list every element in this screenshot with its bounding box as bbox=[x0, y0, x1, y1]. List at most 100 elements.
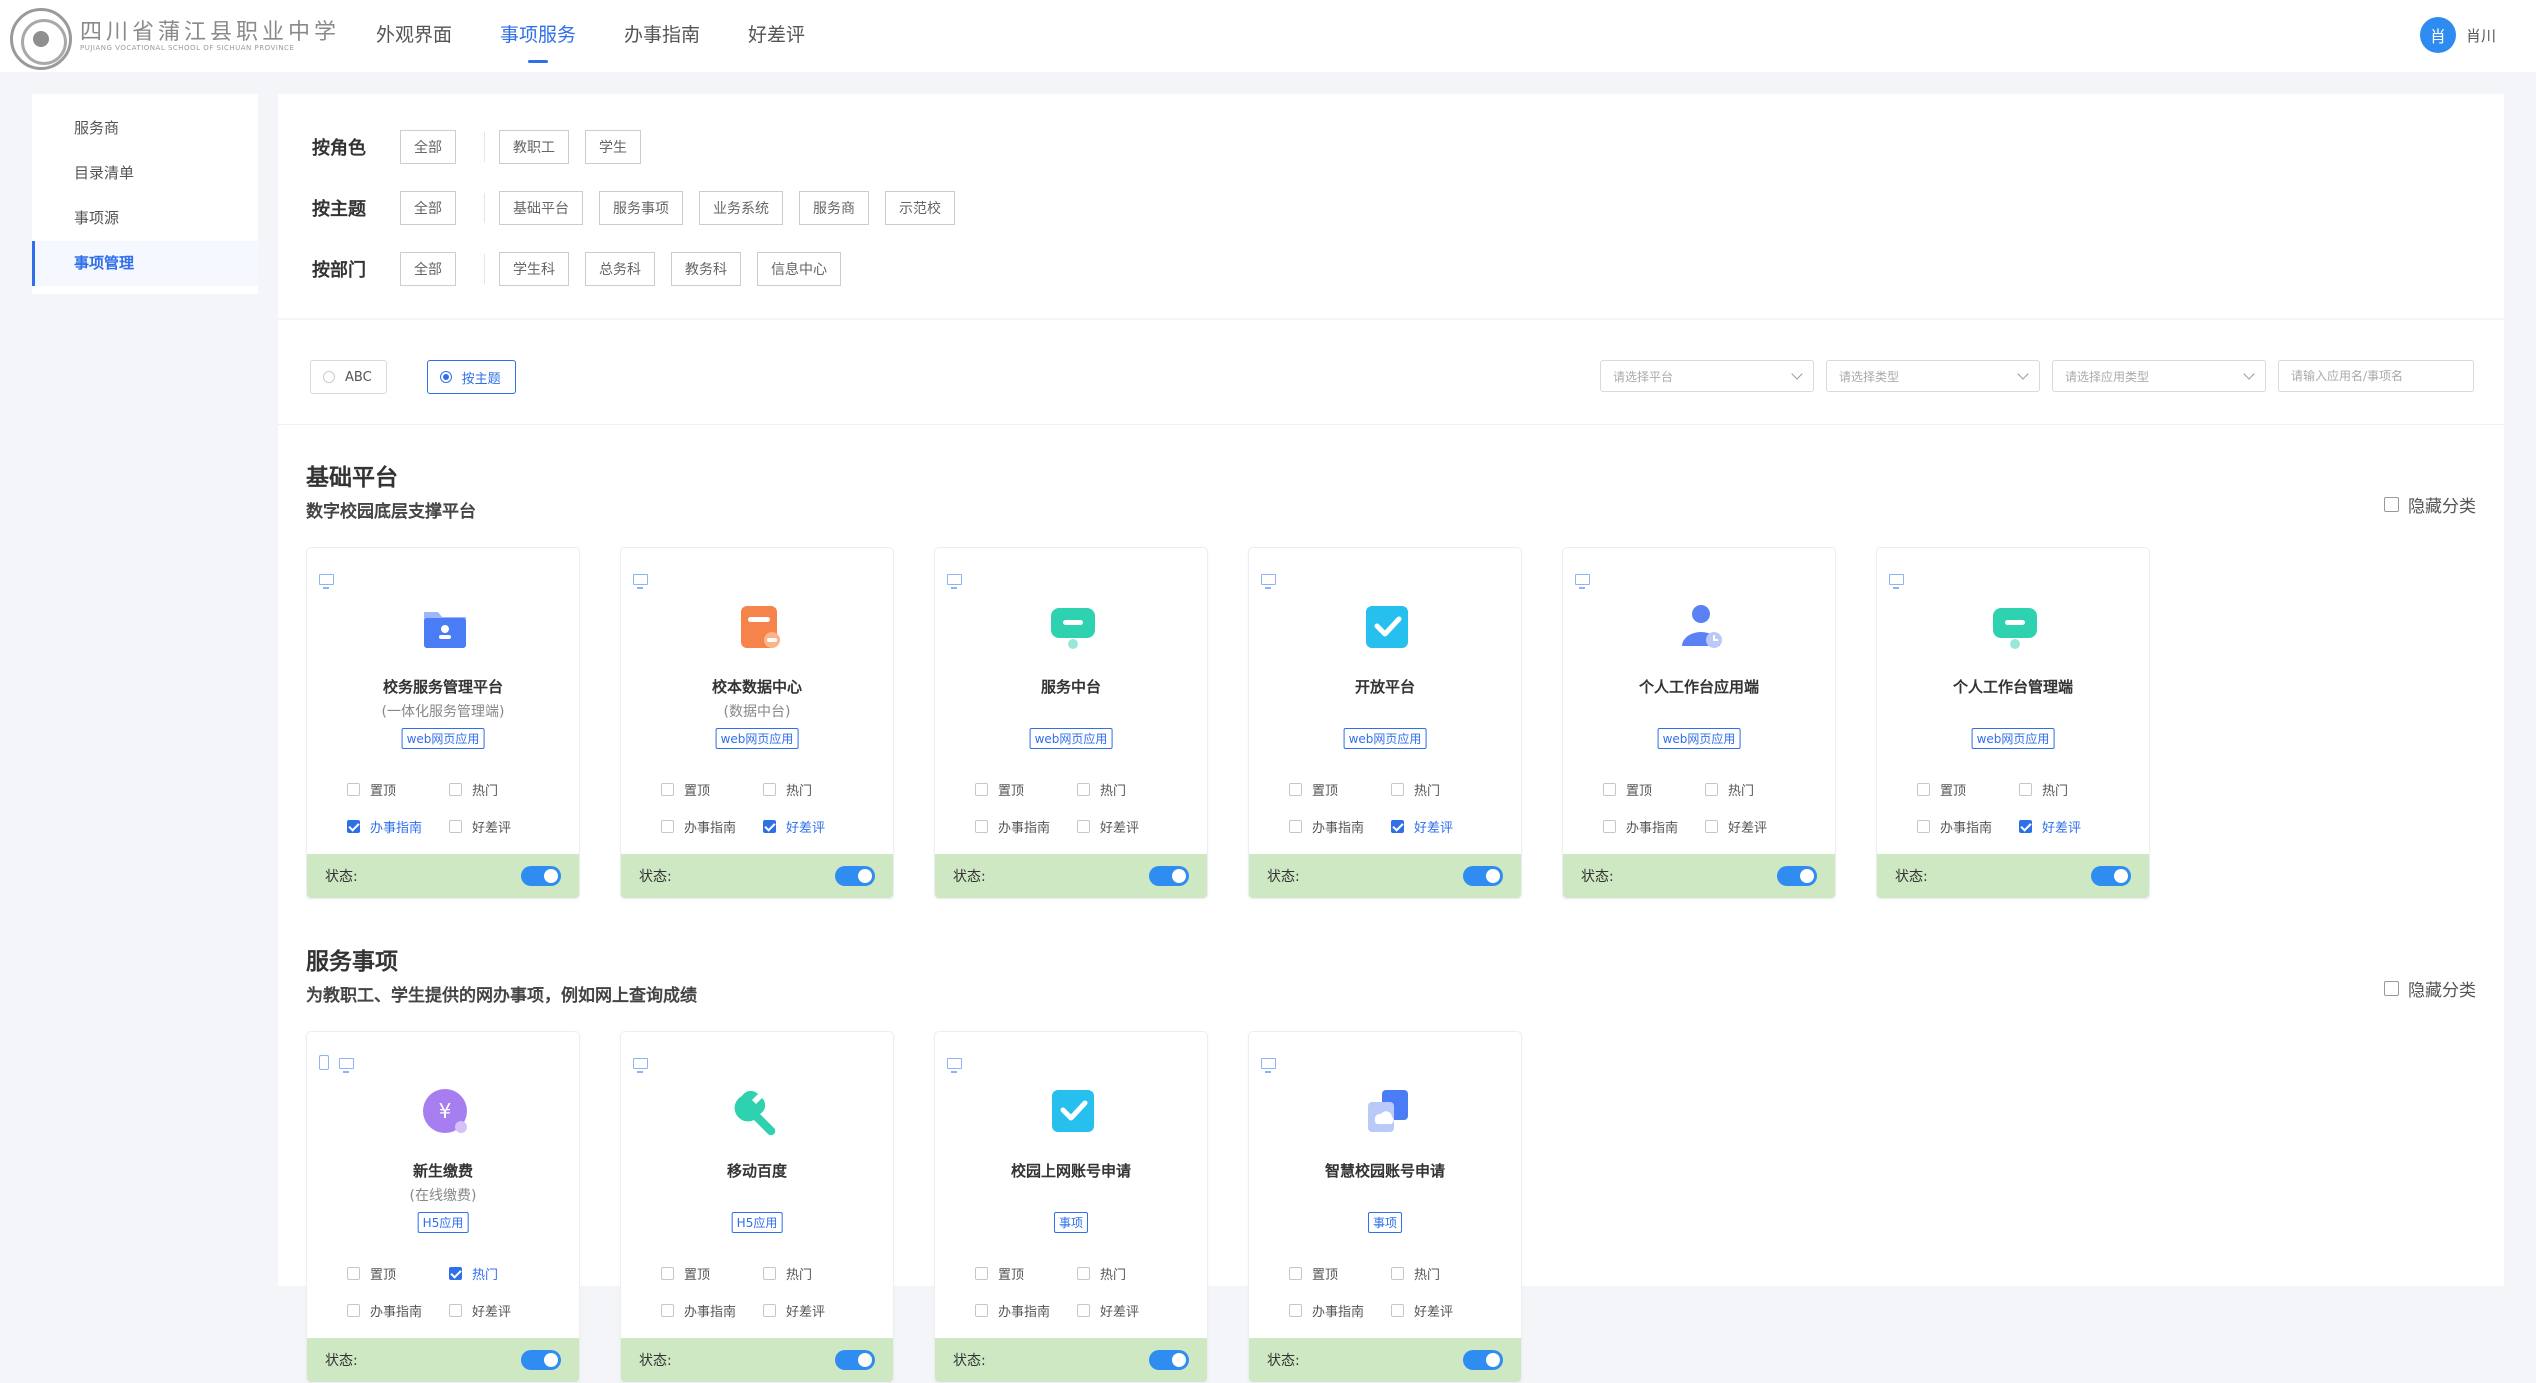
option-hot[interactable]: 热门 bbox=[449, 1264, 498, 1283]
checkbox[interactable] bbox=[2019, 783, 2032, 796]
option-rating[interactable]: 好差评 bbox=[449, 1301, 511, 1320]
sort-theme-radio[interactable]: 按主题 bbox=[426, 360, 516, 394]
checkbox[interactable] bbox=[1391, 1304, 1404, 1317]
app-type-select[interactable]: 请选择应用类型 bbox=[2052, 360, 2266, 392]
checkbox[interactable] bbox=[763, 1304, 776, 1317]
option-rating[interactable]: 好差评 bbox=[763, 1301, 825, 1320]
checkbox[interactable] bbox=[449, 820, 462, 833]
app-card[interactable]: 校园上网账号申请 事项 置顶 热门 办事指南 好差评 状态: bbox=[934, 1031, 1208, 1383]
option-rating[interactable]: 好差评 bbox=[1391, 1301, 1453, 1320]
option-top[interactable]: 置顶 bbox=[1289, 1264, 1338, 1283]
checkbox[interactable] bbox=[449, 1267, 462, 1280]
checkbox[interactable] bbox=[1391, 1267, 1404, 1280]
app-card[interactable]: ¥ 新生缴费 (在线缴费) H5应用 置顶 热门 办事指南 好差评 状态: bbox=[306, 1031, 580, 1383]
app-card[interactable]: 服务中台 web网页应用 置顶 热门 办事指南 好差评 状态: bbox=[934, 547, 1208, 899]
checkbox[interactable] bbox=[1289, 783, 1302, 796]
checkbox[interactable] bbox=[975, 1267, 988, 1280]
filter-chip[interactable]: 信息中心 bbox=[757, 252, 841, 286]
option-top[interactable]: 置顶 bbox=[975, 1264, 1024, 1283]
checkbox[interactable] bbox=[975, 1304, 988, 1317]
status-toggle[interactable] bbox=[835, 1350, 875, 1370]
checkbox[interactable] bbox=[449, 783, 462, 796]
status-toggle[interactable] bbox=[2091, 866, 2131, 886]
checkbox[interactable] bbox=[1603, 783, 1616, 796]
status-toggle[interactable] bbox=[1463, 866, 1503, 886]
app-card[interactable]: 移动百度 H5应用 置顶 热门 办事指南 好差评 状态: bbox=[620, 1031, 894, 1383]
checkbox[interactable] bbox=[1705, 820, 1718, 833]
option-top[interactable]: 置顶 bbox=[975, 780, 1024, 799]
app-card[interactable]: 校本数据中心 (数据中台) web网页应用 置顶 热门 办事指南 好差评 状态: bbox=[620, 547, 894, 899]
user-name[interactable]: 肖川 bbox=[2466, 25, 2496, 46]
option-guide[interactable]: 办事指南 bbox=[347, 1301, 422, 1320]
option-rating[interactable]: 好差评 bbox=[2019, 817, 2081, 836]
filter-chip-all[interactable]: 全部 bbox=[400, 252, 456, 286]
checkbox[interactable] bbox=[1289, 1304, 1302, 1317]
option-guide[interactable]: 办事指南 bbox=[1917, 817, 1992, 836]
option-hot[interactable]: 热门 bbox=[2019, 780, 2068, 799]
checkbox-box[interactable] bbox=[2384, 497, 2399, 512]
checkbox[interactable] bbox=[1077, 783, 1090, 796]
option-guide[interactable]: 办事指南 bbox=[1289, 1301, 1364, 1320]
checkbox[interactable] bbox=[1289, 1267, 1302, 1280]
status-toggle[interactable] bbox=[521, 1350, 561, 1370]
checkbox[interactable] bbox=[1289, 820, 1302, 833]
app-card[interactable]: 智慧校园账号申请 事项 置顶 热门 办事指南 好差评 状态: bbox=[1248, 1031, 1522, 1383]
option-top[interactable]: 置顶 bbox=[1603, 780, 1652, 799]
checkbox[interactable] bbox=[1917, 783, 1930, 796]
option-guide[interactable]: 办事指南 bbox=[975, 817, 1050, 836]
checkbox[interactable] bbox=[661, 783, 674, 796]
option-hot[interactable]: 热门 bbox=[1391, 1264, 1440, 1283]
status-toggle[interactable] bbox=[835, 866, 875, 886]
status-toggle[interactable] bbox=[1777, 866, 1817, 886]
checkbox[interactable] bbox=[1077, 1304, 1090, 1317]
checkbox[interactable] bbox=[1705, 783, 1718, 796]
status-toggle[interactable] bbox=[1463, 1350, 1503, 1370]
option-top[interactable]: 置顶 bbox=[347, 780, 396, 799]
filter-chip[interactable]: 学生 bbox=[585, 130, 641, 164]
option-hot[interactable]: 热门 bbox=[763, 1264, 812, 1283]
checkbox[interactable] bbox=[975, 820, 988, 833]
sidebar-item-management[interactable]: 事项管理 bbox=[32, 241, 258, 286]
sidebar-item-catalog[interactable]: 目录清单 bbox=[32, 151, 258, 196]
app-card[interactable]: 开放平台 web网页应用 置顶 热门 办事指南 好差评 状态: bbox=[1248, 547, 1522, 899]
checkbox[interactable] bbox=[1077, 1267, 1090, 1280]
checkbox[interactable] bbox=[347, 783, 360, 796]
checkbox[interactable] bbox=[347, 1304, 360, 1317]
checkbox[interactable] bbox=[1917, 820, 1930, 833]
checkbox[interactable] bbox=[1077, 820, 1090, 833]
option-hot[interactable]: 热门 bbox=[449, 780, 498, 799]
status-toggle[interactable] bbox=[1149, 866, 1189, 886]
checkbox[interactable] bbox=[449, 1304, 462, 1317]
filter-chip-all[interactable]: 全部 bbox=[400, 130, 456, 164]
option-guide[interactable]: 办事指南 bbox=[1289, 817, 1364, 836]
sidebar-item-providers[interactable]: 服务商 bbox=[32, 106, 258, 151]
checkbox[interactable] bbox=[975, 783, 988, 796]
checkbox[interactable] bbox=[347, 1267, 360, 1280]
checkbox[interactable] bbox=[2019, 820, 2032, 833]
user-menu[interactable]: 肖 肖川 bbox=[2419, 17, 2496, 53]
app-card[interactable]: 个人工作台应用端 web网页应用 置顶 热门 办事指南 好差评 状态: bbox=[1562, 547, 1836, 899]
filter-chip[interactable]: 教务科 bbox=[671, 252, 741, 286]
filter-chip[interactable]: 服务商 bbox=[799, 191, 869, 225]
option-top[interactable]: 置顶 bbox=[661, 1264, 710, 1283]
app-card[interactable]: 校务服务管理平台 (一体化服务管理端) web网页应用 置顶 热门 办事指南 好差评 状态: bbox=[306, 547, 580, 899]
avatar[interactable]: 肖 bbox=[2419, 17, 2456, 53]
option-rating[interactable]: 好差评 bbox=[449, 817, 511, 836]
option-guide[interactable]: 办事指南 bbox=[1603, 817, 1678, 836]
filter-chip[interactable]: 示范校 bbox=[885, 191, 955, 225]
option-hot[interactable]: 热门 bbox=[763, 780, 812, 799]
type-select[interactable]: 请选择类型 bbox=[1826, 360, 2040, 392]
option-rating[interactable]: 好差评 bbox=[1077, 817, 1139, 836]
checkbox[interactable] bbox=[1391, 783, 1404, 796]
option-guide[interactable]: 办事指南 bbox=[661, 1301, 736, 1320]
option-guide[interactable]: 办事指南 bbox=[975, 1301, 1050, 1320]
filter-chip[interactable]: 服务事项 bbox=[599, 191, 683, 225]
nav-appearance[interactable]: 外观界面 bbox=[376, 20, 452, 47]
checkbox[interactable] bbox=[1391, 820, 1404, 833]
status-toggle[interactable] bbox=[1149, 1350, 1189, 1370]
nav-guide[interactable]: 办事指南 bbox=[624, 20, 700, 47]
checkbox[interactable] bbox=[661, 1267, 674, 1280]
checkbox[interactable] bbox=[763, 820, 776, 833]
app-card[interactable]: 个人工作台管理端 web网页应用 置顶 热门 办事指南 好差评 状态: bbox=[1876, 547, 2150, 899]
filter-chip[interactable]: 业务系统 bbox=[699, 191, 783, 225]
